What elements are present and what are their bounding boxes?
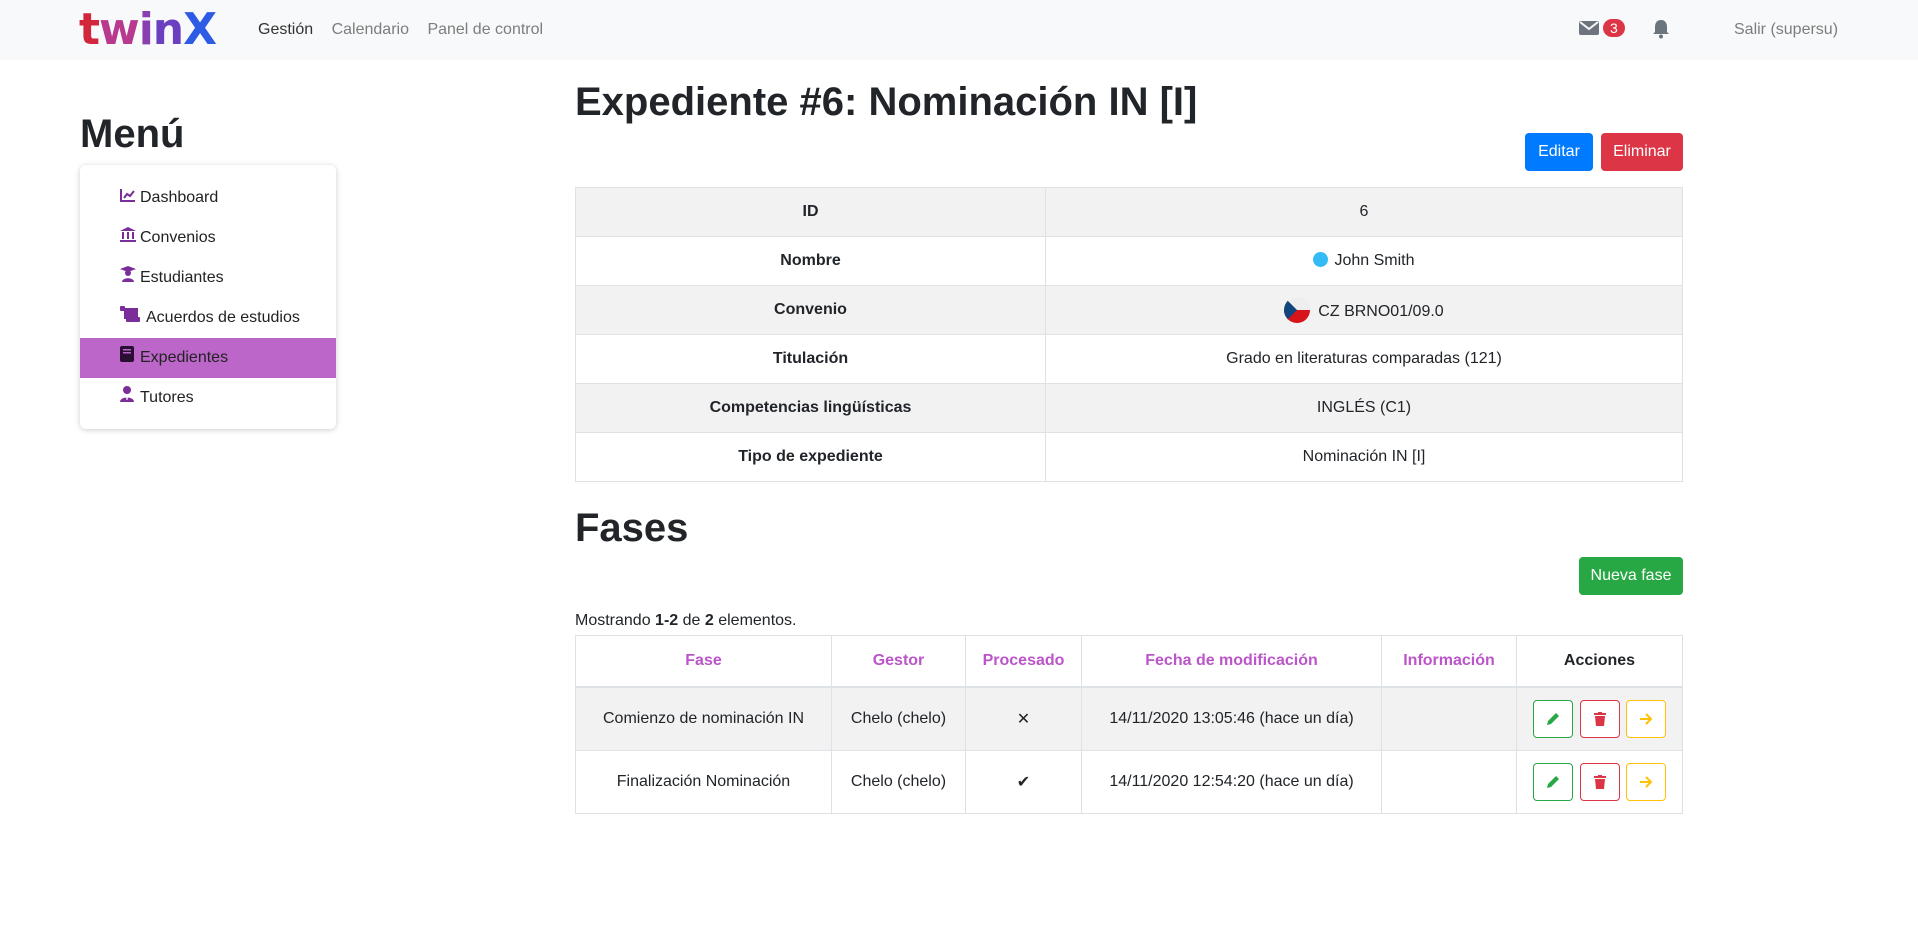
- sidebar-item-dashboard[interactable]: Dashboard: [80, 178, 336, 218]
- czech-flag-icon: [1284, 297, 1311, 323]
- envelope-icon: [1579, 21, 1599, 35]
- delete-phase-button[interactable]: [1579, 700, 1620, 738]
- new-phase-button[interactable]: Nueva fase: [1579, 557, 1683, 595]
- header-acciones: Acciones: [1516, 635, 1683, 688]
- trash-icon: [1593, 774, 1606, 789]
- phases-title: Fases: [575, 506, 689, 550]
- check-icon: ✔: [965, 750, 1082, 814]
- detail-row-titulacion: Titulación Grado en literaturas comparad…: [575, 334, 1683, 384]
- edit-phase-button[interactable]: [1533, 700, 1574, 738]
- sort-gestor[interactable]: Gestor: [831, 635, 966, 688]
- cell-fase: Comienzo de nominación IN: [575, 686, 832, 751]
- cell-fecha: 14/11/2020 13:05:46 (hace un día): [1081, 686, 1382, 751]
- phases-table: Fase Gestor Procesado Fecha de modificac…: [575, 635, 1683, 814]
- detail-value-cell: John Smith: [1045, 236, 1683, 286]
- detail-row-id: ID 6: [575, 187, 1683, 237]
- detail-row-tipo: Tipo de expediente Nominación IN [I]: [575, 432, 1683, 482]
- delete-phase-button[interactable]: [1579, 763, 1620, 801]
- scroll-icon: [120, 298, 140, 338]
- table-header-row: Fase Gestor Procesado Fecha de modificac…: [575, 635, 1683, 688]
- university-icon: [120, 218, 136, 258]
- detail-key: Convenio: [575, 285, 1046, 335]
- sidebar-item-tutores[interactable]: Tutores: [80, 378, 336, 418]
- detail-value: INGLÉS (C1): [1045, 383, 1683, 433]
- detail-table: ID 6 Nombre John Smith Convenio CZ BRNO0…: [575, 187, 1683, 482]
- delete-button[interactable]: Eliminar: [1601, 133, 1683, 171]
- detail-value-cell: CZ BRNO01/09.0: [1045, 285, 1683, 335]
- brand-logo[interactable]: twinX: [79, 6, 217, 54]
- sidebar-item-estudiantes[interactable]: Estudiantes: [80, 258, 336, 298]
- graduate-icon: [120, 258, 136, 298]
- sort-procesado[interactable]: Procesado: [965, 635, 1082, 688]
- detail-row-competencias: Competencias lingüísticas INGLÉS (C1): [575, 383, 1683, 433]
- detail-value: Grado en literaturas comparadas (121): [1045, 334, 1683, 384]
- sidebar-item-expedientes[interactable]: Expedientes: [80, 338, 336, 378]
- sidebar-item-acuerdos[interactable]: Acuerdos de estudios: [80, 298, 336, 338]
- cell-fase: Finalización Nominación: [575, 750, 832, 814]
- status-dot: [1313, 252, 1329, 267]
- nav-panel-control[interactable]: Panel de control: [427, 21, 543, 38]
- nav-gestion[interactable]: Gestión: [258, 21, 313, 38]
- results-summary: Mostrando 1-2 de 2 elementos.: [575, 612, 797, 629]
- sort-fecha[interactable]: Fecha de modificación: [1081, 635, 1382, 688]
- detail-row-nombre: Nombre John Smith: [575, 236, 1683, 286]
- cell-actions: [1516, 686, 1683, 751]
- arrow-right-icon: [1639, 713, 1653, 725]
- cross-icon: ✕: [965, 686, 1082, 751]
- advance-phase-button[interactable]: [1625, 700, 1666, 738]
- detail-key: Nombre: [575, 236, 1046, 286]
- navbar: twinX Gestión Calendario Panel de contro…: [0, 0, 1918, 60]
- sidebar-item-convenios[interactable]: Convenios: [80, 218, 336, 258]
- messages-button[interactable]: 3: [1578, 19, 1625, 37]
- sort-fase[interactable]: Fase: [575, 635, 832, 688]
- logout-link[interactable]: Salir (supersu): [1734, 21, 1838, 39]
- arrow-right-icon: [1639, 776, 1653, 788]
- detail-key: ID: [575, 187, 1046, 237]
- detail-key: Competencias lingüísticas: [575, 383, 1046, 433]
- messages-count-badge: 3: [1603, 19, 1625, 37]
- cell-gestor: Chelo (chelo): [831, 686, 966, 751]
- chart-line-icon: [120, 178, 136, 218]
- sort-informacion[interactable]: Información: [1381, 635, 1517, 688]
- detail-value: 6: [1045, 187, 1683, 237]
- nav-calendario[interactable]: Calendario: [332, 21, 409, 38]
- detail-key: Titulación: [575, 334, 1046, 384]
- cell-info: [1381, 686, 1517, 751]
- sidebar-menu: Dashboard Convenios Estudiantes Acuerdos…: [80, 165, 336, 429]
- table-row: Finalización Nominación Chelo (chelo) ✔ …: [575, 750, 1683, 814]
- book-icon: [120, 338, 134, 378]
- pencil-icon: [1547, 775, 1560, 788]
- trash-icon: [1593, 711, 1606, 726]
- cell-actions: [1516, 750, 1683, 814]
- advance-phase-button[interactable]: [1625, 763, 1666, 801]
- bell-icon: [1653, 20, 1669, 39]
- pencil-icon: [1547, 712, 1560, 725]
- notifications-button[interactable]: [1652, 19, 1670, 44]
- sidebar-title: Menú: [80, 112, 185, 156]
- edit-button[interactable]: Editar: [1525, 133, 1593, 171]
- main-nav: Gestión Calendario Panel de control: [258, 21, 557, 39]
- cell-gestor: Chelo (chelo): [831, 750, 966, 814]
- detail-row-convenio: Convenio CZ BRNO01/09.0: [575, 285, 1683, 335]
- detail-value: Nominación IN [I]: [1045, 432, 1683, 482]
- detail-key: Tipo de expediente: [575, 432, 1046, 482]
- table-row: Comienzo de nominación IN Chelo (chelo) …: [575, 686, 1683, 751]
- student-name: John Smith: [1334, 252, 1415, 269]
- edit-phase-button[interactable]: [1533, 763, 1574, 801]
- cell-fecha: 14/11/2020 12:54:20 (hace un día): [1081, 750, 1382, 814]
- page-title: Expediente #6: Nominación IN [I]: [575, 80, 1198, 124]
- user-tie-icon: [120, 378, 134, 418]
- convenio-link[interactable]: CZ BRNO01/09.0: [1318, 303, 1443, 320]
- cell-info: [1381, 750, 1517, 814]
